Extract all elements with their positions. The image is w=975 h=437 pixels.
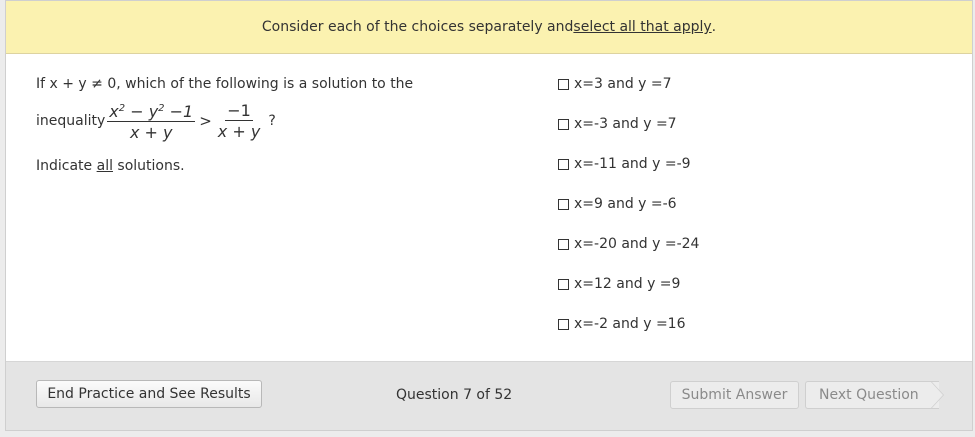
choice-3[interactable]: x=-11 and y =-9 bbox=[558, 154, 699, 174]
submit-answer-button[interactable]: Submit Answer bbox=[670, 381, 799, 409]
choice-7[interactable]: x=-2 and y =16 bbox=[558, 314, 699, 334]
question-mark: ? bbox=[268, 113, 276, 129]
answer-choices: x=3 and y =7 x=-3 and y =7 x=-11 and y =… bbox=[558, 74, 699, 354]
banner-text: Consider each of the choices separately … bbox=[261, 19, 574, 35]
right-denominator: x + y bbox=[217, 121, 261, 141]
indicate-instruction: Indicate all solutions. bbox=[36, 156, 506, 176]
instruction-text: Indicate bbox=[36, 158, 97, 174]
inequality-label: inequality bbox=[36, 113, 106, 129]
choice-label: x=12 and y =9 bbox=[574, 276, 681, 292]
instruction-emphasis: all bbox=[96, 158, 113, 174]
choice-5[interactable]: x=-20 and y =-24 bbox=[558, 234, 699, 254]
next-arrow-icon-fill bbox=[931, 382, 943, 408]
instruction-text-end: solutions. bbox=[112, 158, 185, 174]
instruction-banner: Consider each of the choices separately … bbox=[6, 1, 972, 54]
checkbox[interactable] bbox=[558, 198, 569, 210]
question-line1: If x + y ≠ 0, which of the following is … bbox=[36, 76, 414, 92]
greater-than-symbol: > bbox=[199, 112, 212, 130]
checkbox[interactable] bbox=[558, 78, 569, 90]
choice-label: x=-20 and y =-24 bbox=[574, 236, 700, 252]
choice-label: x=-11 and y =-9 bbox=[574, 156, 691, 172]
question-progress: Question 7 of 52 bbox=[396, 387, 513, 403]
choice-6[interactable]: x=12 and y =9 bbox=[558, 274, 699, 294]
checkbox[interactable] bbox=[558, 278, 569, 290]
checkbox[interactable] bbox=[558, 238, 569, 250]
question-inequality: inequality x2 − y2 −1 x + y > −1 x + y ? bbox=[36, 100, 506, 142]
question-stem: If x + y ≠ 0, which of the following is … bbox=[36, 74, 506, 176]
question-panel: Consider each of the choices separately … bbox=[5, 0, 973, 431]
footer-bar: End Practice and See Results Question 7 … bbox=[6, 361, 972, 430]
choice-label: x=-3 and y =7 bbox=[574, 116, 677, 132]
checkbox[interactable] bbox=[558, 158, 569, 170]
choice-2[interactable]: x=-3 and y =7 bbox=[558, 114, 699, 134]
end-practice-button[interactable]: End Practice and See Results bbox=[36, 380, 262, 408]
banner-select-all-text: select all that apply bbox=[573, 19, 712, 35]
checkbox[interactable] bbox=[558, 118, 569, 130]
right-numerator: −1 bbox=[225, 100, 253, 121]
banner-text-end: . bbox=[711, 19, 717, 35]
right-fraction: −1 x + y bbox=[216, 100, 263, 141]
choice-4[interactable]: x=9 and y =-6 bbox=[558, 194, 699, 214]
left-fraction: x2 − y2 −1 x + y bbox=[107, 100, 196, 142]
choice-label: x=-2 and y =16 bbox=[574, 316, 686, 332]
choice-1[interactable]: x=3 and y =7 bbox=[558, 74, 699, 94]
choice-label: x=9 and y =-6 bbox=[574, 196, 677, 212]
left-numerator: x2 − y2 −1 bbox=[107, 102, 196, 122]
checkbox[interactable] bbox=[558, 318, 569, 330]
left-denominator: x + y bbox=[129, 123, 173, 142]
choice-label: x=3 and y =7 bbox=[574, 76, 672, 92]
next-question-button[interactable]: Next Question bbox=[805, 381, 939, 409]
